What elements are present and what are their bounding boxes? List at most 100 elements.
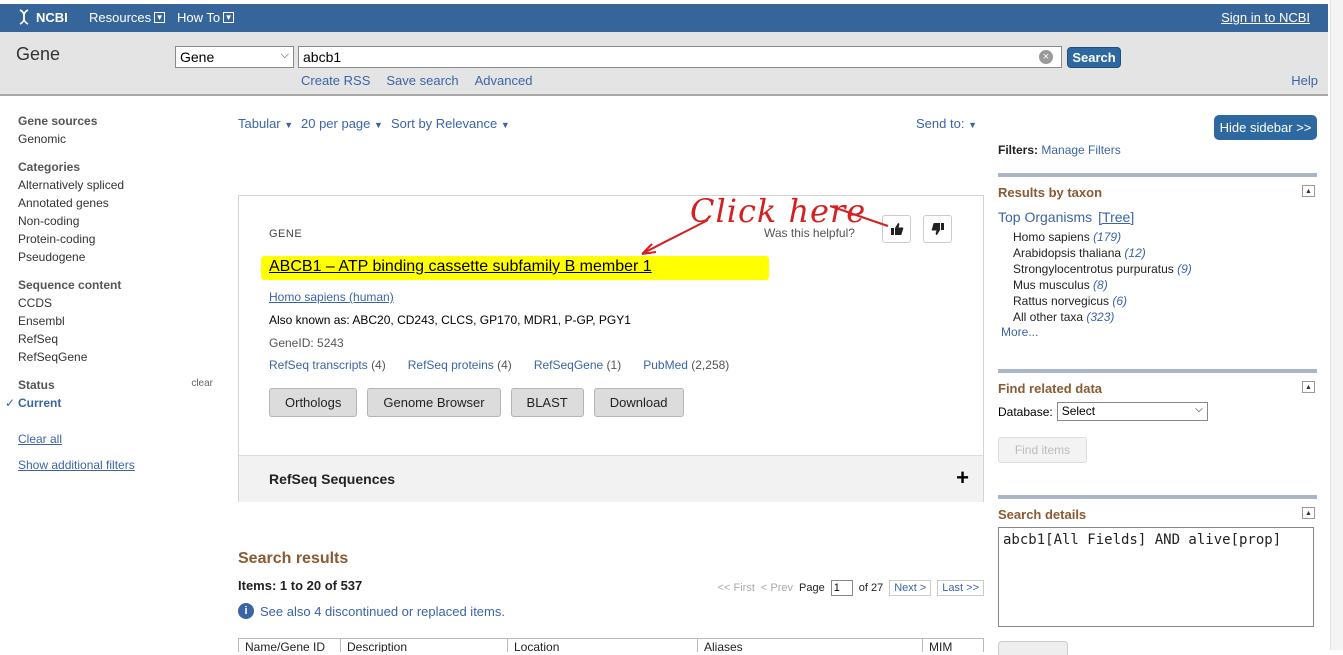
organism-name: Arabidopsis thaliana [1013,246,1122,260]
filter-protein-coding[interactable]: Protein-coding [18,230,213,248]
status-clear-link[interactable]: clear [191,378,213,392]
caret-down-icon: ▼ [374,120,383,130]
organism-item[interactable]: All other taxa (323) [1013,309,1317,325]
gene-title-link[interactable]: ABCB1 – ATP binding cassette subfamily B… [269,258,652,276]
organism-list: Homo sapiens (179) Arabidopsis thaliana … [1013,229,1317,325]
col-name-gene-id[interactable]: Name/Gene ID [239,639,341,652]
database-select[interactable]: Gene ⌵ [175,46,294,68]
resource-count: (4) [371,358,386,372]
download-button[interactable]: Download [593,388,684,417]
genome-browser-button[interactable]: Genome Browser [367,388,501,417]
organism-item[interactable]: Arabidopsis thaliana (12) [1013,245,1317,261]
help-link[interactable]: Help [1291,73,1318,88]
sort-menu[interactable]: Sort by Relevance ▼ [391,116,510,131]
collapse-icon[interactable]: ▲ [1302,185,1315,197]
tree-link[interactable]: [Tree] [1098,209,1134,225]
pubmed-link[interactable]: PubMed [643,358,688,372]
filter-refseq[interactable]: RefSeq [18,330,213,348]
chevron-down-icon: ⌵ [1195,404,1203,415]
hide-sidebar-button[interactable]: Hide sidebar >> [1214,115,1317,140]
clear-icon[interactable]: × [1039,50,1053,64]
related-database-select[interactable]: Select ⌵ [1056,402,1208,421]
top-organisms-label: Top Organisms [998,209,1093,225]
send-to-menu[interactable]: Send to: ▼ [916,116,977,131]
ncbi-header-bar: NCBI Resources ▼ How To ▼ Sign in to NCB… [0,4,1328,32]
filter-annotated-genes[interactable]: Annotated genes [18,194,213,212]
collapse-icon[interactable]: ▲ [1302,381,1315,393]
resource-count: (1) [606,358,622,372]
refseq-sequences-label: RefSeq Sequences [269,471,396,487]
refseqgene-link[interactable]: RefSeqGene [534,358,603,372]
filter-ensembl[interactable]: Ensembl [18,312,213,330]
gene-id: GeneID: 5243 [269,336,344,350]
page-scrollbar[interactable] [1330,0,1343,650]
filter-current-label: Current [18,396,62,410]
col-mim[interactable]: MIM [923,639,983,652]
last-page-button[interactable]: Last >> [937,580,984,596]
col-aliases[interactable]: Aliases [698,639,923,652]
advanced-search-link[interactable]: Advanced [475,73,533,88]
see-also-row: i See also 4 discontinued or replaced it… [238,603,505,619]
blast-button[interactable]: BLAST [510,388,584,417]
database-title: Gene [16,44,61,64]
howto-menu[interactable]: How To ▼ [177,10,235,25]
categories-heading: Categories [18,160,81,174]
create-rss-link[interactable]: Create RSS [301,73,370,88]
col-location[interactable]: Location [508,639,698,652]
filter-genomic[interactable]: Genomic [18,130,213,148]
organism-item[interactable]: Homo sapiens (179) [1013,229,1317,245]
orthologs-button[interactable]: Orthologs [269,388,358,417]
filter-alternatively-spliced[interactable]: Alternatively spliced [18,176,213,194]
collapse-icon[interactable]: ▲ [1302,507,1315,519]
ncbi-logo[interactable]: NCBI [16,9,68,25]
col-description[interactable]: Description [341,639,508,652]
checkmark-icon: ✓ [5,396,16,410]
search-button[interactable]: Search [1067,47,1121,68]
database-label: Database: [998,404,1053,419]
top-organisms-row: Top Organisms [Tree] [998,209,1317,225]
page-number-input[interactable] [830,580,853,596]
filter-ccds[interactable]: CCDS [18,294,213,312]
organism-item[interactable]: Mus musculus (8) [1013,277,1317,293]
format-label: Tabular [238,116,281,131]
details-search-button[interactable] [998,641,1068,655]
organism-link[interactable]: Homo sapiens (human) [269,290,394,304]
format-menu[interactable]: Tabular ▼ [238,116,293,131]
search-details-textarea[interactable]: abcb1[All Fields] AND alive[prop] [998,527,1314,627]
filter-non-coding[interactable]: Non-coding [18,212,213,230]
prev-page-link[interactable]: < Prev [761,582,793,594]
expand-plus-icon[interactable]: + [956,465,969,491]
thumbs-down-icon [931,223,944,235]
resources-menu[interactable]: Resources ▼ [89,10,166,25]
refseq-transcripts-link[interactable]: RefSeq transcripts [269,358,368,372]
save-search-link[interactable]: Save search [386,73,458,88]
resource-links: RefSeq transcripts (4) RefSeq proteins (… [269,358,729,372]
organism-count: (179) [1093,230,1122,244]
find-items-button[interactable]: Find items [998,437,1087,463]
resource-link-item: RefSeqGene (1) [534,358,621,372]
next-page-button[interactable]: Next > [889,580,932,596]
resource-link-item: PubMed (2,258) [643,358,729,372]
search-details-panel: Search details ▲ abcb1[All Fields] AND a… [998,495,1317,655]
organism-item[interactable]: Strongylocentrotus purpuratus (9) [1013,261,1317,277]
refseq-proteins-link[interactable]: RefSeq proteins [408,358,494,372]
refseq-sequences-section[interactable]: RefSeq Sequences + [239,455,983,502]
sign-in-link[interactable]: Sign in to NCBI [1221,10,1310,25]
filter-current[interactable]: ✓ Current [5,394,213,412]
manage-filters-link[interactable]: Manage Filters [1041,143,1120,157]
show-additional-filters-link[interactable]: Show additional filters [18,458,213,472]
also-known-as: Also known as: ABC20, CD243, CLCS, GP170… [269,313,631,327]
organism-count: (8) [1093,278,1108,292]
first-page-link[interactable]: << First [718,582,755,594]
thumbs-down-button[interactable] [923,215,952,243]
items-count: Items: 1 to 20 of 537 [238,578,363,593]
per-page-menu[interactable]: 20 per page ▼ [301,116,383,131]
filter-pseudogene[interactable]: Pseudogene [18,248,213,266]
organism-item[interactable]: Rattus norvegicus (6) [1013,293,1317,309]
more-organisms-link[interactable]: More... [1001,325,1317,339]
see-also-link[interactable]: See also 4 discontinued or replaced item… [260,604,505,619]
organism-name: Homo sapiens [1013,230,1090,244]
search-input[interactable]: abcb1 × [298,46,1062,68]
clear-all-link[interactable]: Clear all [18,432,213,446]
filter-refseqgene[interactable]: RefSeqGene [18,348,213,366]
